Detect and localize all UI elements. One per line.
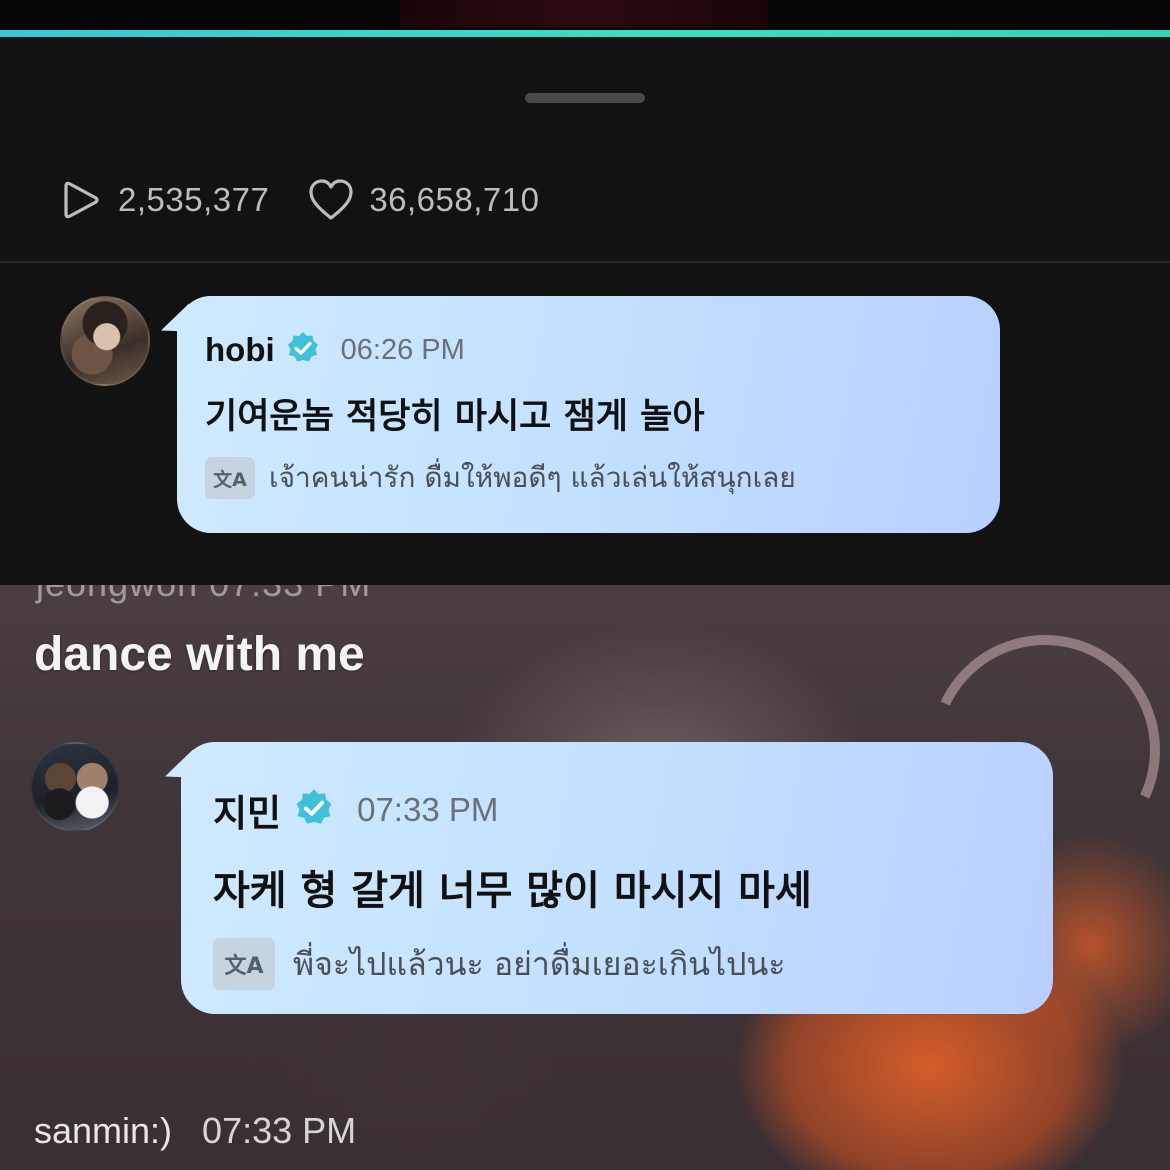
video-top-strip — [0, 0, 1170, 30]
play-count-value: 2,535,377 — [118, 181, 270, 218]
comment-bubble-jimin[interactable]: 지민 07:33 PM 자케 형 갈게 너무 많이 마시지 마세 文A พี่จ… — [165, 742, 1053, 1014]
comment-header: 지민 07:33 PM — [213, 787, 499, 834]
chat-username: sanmin:) — [34, 1110, 173, 1151]
chat-message-sanmin: sanmin:) 07:33 PM — [34, 1110, 356, 1152]
chat-message-dance: dance with me — [34, 628, 365, 681]
video-preview — [400, 0, 768, 28]
comment-message: 자케 형 갈게 너무 많이 마시지 마세 — [213, 868, 812, 914]
avatar-jimin[interactable] — [30, 742, 120, 832]
chat-cutoff-line: jeongwon 07:33 PM — [36, 585, 371, 605]
stats-row: 2,535,377 36,658,710 — [60, 177, 539, 223]
comment-header: hobi 06:26 PM — [205, 330, 465, 370]
play-outline-icon — [60, 178, 104, 222]
comment-username[interactable]: 지민 — [213, 783, 281, 837]
video-progress-bar[interactable] — [0, 30, 1170, 37]
like-count-value: 36,658,710 — [369, 181, 540, 218]
verified-check-icon — [285, 330, 321, 371]
translation-text: เจ้าคนน่ารัก ดื่มให้พอดีๆ แล้วเล่นให้สนุ… — [269, 461, 796, 494]
comment-translation: 文A เจ้าคนน่ารัก ดื่มให้พอดีๆ แล้วเล่นให้… — [205, 456, 796, 500]
verified-check-icon — [293, 787, 335, 834]
sheet-drag-handle[interactable] — [525, 93, 645, 103]
comment-message: 기여운놈 적당히 마시고 잼게 놀아 — [205, 397, 705, 437]
translate-icon[interactable]: 文A — [213, 938, 275, 990]
chat-time: 07:33 PM — [202, 1110, 357, 1151]
translate-icon[interactable]: 文A — [205, 457, 255, 499]
comment-username[interactable]: hobi — [205, 331, 275, 369]
play-count: 2,535,377 — [60, 178, 269, 222]
comment-translation: 文A พี่จะไปแล้วนะ อย่าดื่มเยอะเกินไปนะ — [213, 938, 785, 990]
avatar-hobi[interactable] — [60, 296, 150, 386]
comment-time: 06:26 PM — [340, 333, 465, 366]
heart-outline-icon[interactable] — [307, 178, 355, 222]
translation-text: พี่จะไปแล้วนะ อย่าดื่มเยอะเกินไปนะ — [293, 944, 786, 983]
like-count[interactable]: 36,658,710 — [307, 178, 539, 222]
comment-time: 07:33 PM — [357, 791, 499, 828]
comment-bubble-hobi[interactable]: hobi 06:26 PM 기여운놈 적당히 마시고 잼게 놀아 文A เจ้า… — [161, 296, 1000, 533]
divider — [0, 261, 1170, 263]
